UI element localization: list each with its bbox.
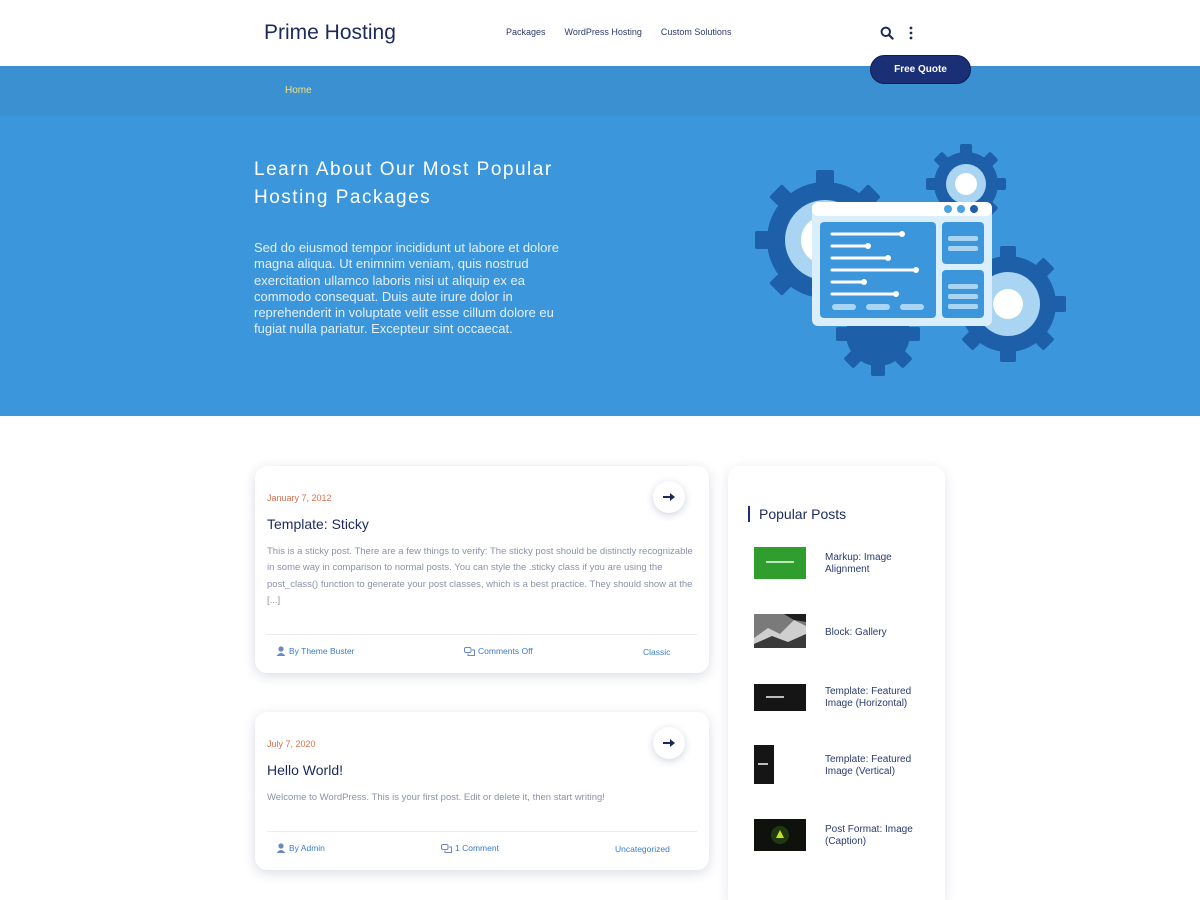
hero-title: Learn About Our Most Popular Hosting Pac… [254, 159, 553, 208]
comments-icon [441, 843, 452, 853]
widget-title: Popular Posts [748, 506, 846, 522]
arrow-right-icon [663, 739, 675, 747]
post-category[interactable]: Uncategorized [615, 844, 670, 854]
card-divider [267, 831, 697, 832]
nav-item-packages[interactable]: Packages [506, 27, 546, 37]
post-card: July 7, 2020 Hello World! Welcome to Wor… [255, 712, 709, 870]
card-divider [267, 634, 697, 635]
user-icon [276, 646, 286, 656]
popular-post-title: Post Format: Image (Caption) [825, 824, 913, 847]
popular-post-title: Template: Featured Image (Horizontal) [825, 686, 912, 709]
post-excerpt: Welcome to WordPress. This is your first… [267, 792, 605, 803]
read-more-button[interactable] [653, 727, 685, 759]
arrow-right-icon [663, 493, 675, 501]
post-author[interactable]: By Theme Buster [276, 646, 355, 656]
popular-post-title: Template: Featured Image (Vertical) [825, 754, 912, 777]
gears-dashboard-illustration [755, 144, 1066, 376]
post-thumbnail [754, 614, 806, 648]
post-thumbnail [754, 547, 806, 579]
post-category[interactable]: Classic [643, 647, 670, 657]
nav-item-wordpress-hosting[interactable]: WordPress Hosting [565, 27, 642, 37]
post-thumbnail [754, 745, 774, 784]
post-author[interactable]: By Admin [276, 843, 325, 853]
main-nav: Packages WordPress Hosting Custom Soluti… [506, 27, 750, 37]
search-icon[interactable] [880, 26, 894, 40]
post-excerpt: This is a sticky post. There are a few t… [267, 546, 693, 606]
post-author-label: By Admin [289, 843, 325, 853]
comments-icon [464, 646, 475, 656]
breadcrumb-home-link[interactable]: Home [285, 85, 312, 96]
site-logo[interactable]: Prime Hosting [264, 21, 396, 45]
post-date[interactable]: July 7, 2020 [267, 739, 316, 749]
site-header: Prime Hosting Packages WordPress Hosting… [0, 0, 1200, 66]
user-icon [276, 843, 286, 853]
post-date[interactable]: January 7, 2012 [267, 493, 332, 503]
post-thumbnail [754, 684, 806, 711]
post-comments-label: 1 Comment [455, 843, 499, 853]
post-card: January 7, 2012 Template: Sticky This is… [255, 466, 709, 673]
post-author-label: By Theme Buster [289, 646, 355, 656]
breadcrumb: Home [0, 66, 1200, 116]
nav-item-custom-solutions[interactable]: Custom Solutions [661, 27, 732, 37]
popular-post-title: Markup: Image Alignment [825, 552, 892, 575]
read-more-button[interactable] [653, 481, 685, 513]
post-thumbnail [754, 819, 806, 851]
post-comments-label: Comments Off [478, 646, 533, 656]
popular-posts-widget: Popular Posts Markup: Image Alignment Bl… [728, 466, 945, 900]
post-title[interactable]: Template: Sticky [267, 516, 369, 532]
more-vertical-icon[interactable] [906, 25, 916, 41]
post-comments[interactable]: 1 Comment [441, 843, 499, 853]
hero-description: Sed do eiusmod tempor incididunt ut labo… [254, 240, 559, 337]
free-quote-button[interactable]: Free Quote [870, 55, 971, 84]
post-comments[interactable]: Comments Off [464, 646, 533, 656]
hero-banner: Learn About Our Most Popular Hosting Pac… [0, 116, 1200, 416]
popular-post-title: Block: Gallery [825, 627, 887, 638]
post-title[interactable]: Hello World! [267, 762, 343, 778]
